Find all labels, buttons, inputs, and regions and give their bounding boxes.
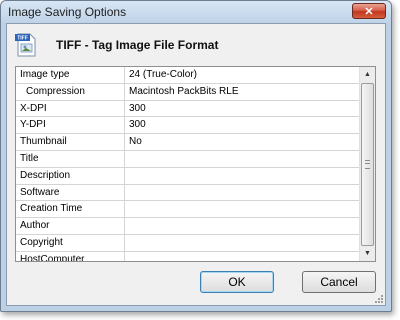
property-row[interactable]: Creation Time <box>16 201 360 219</box>
property-label: Title <box>16 150 125 167</box>
property-row[interactable]: Thumbnail No <box>16 134 360 151</box>
property-value[interactable] <box>125 151 360 167</box>
property-value[interactable]: 300 <box>125 101 360 117</box>
property-value[interactable]: No <box>125 134 360 150</box>
property-grid[interactable]: Image type 24 (True-Color) Compression M… <box>15 66 376 262</box>
resize-grip-icon[interactable] <box>374 294 384 304</box>
property-value[interactable] <box>125 201 360 217</box>
property-value[interactable]: Macintosh PackBits RLE <box>125 84 360 100</box>
grip-icon <box>365 160 370 169</box>
property-row[interactable]: X-DPI 300 <box>16 100 360 118</box>
close-button[interactable]: ✕ <box>352 3 386 19</box>
scroll-down-button[interactable]: ▼ <box>360 246 375 261</box>
dialog-content: TIFF TIFF - Tag Image File Format Image … <box>6 23 386 306</box>
property-row[interactable]: Description <box>16 167 360 185</box>
property-label: Software <box>16 184 125 201</box>
chevron-down-icon: ▼ <box>364 250 371 257</box>
property-row[interactable]: Software <box>16 184 360 202</box>
vertical-scrollbar[interactable]: ▲ ▼ <box>359 67 375 261</box>
scroll-up-button[interactable]: ▲ <box>360 67 375 82</box>
property-value[interactable]: 24 (True-Color) <box>125 67 360 83</box>
format-title: TIFF - Tag Image File Format <box>56 38 219 52</box>
property-value[interactable] <box>125 218 360 234</box>
property-value[interactable]: 300 <box>125 117 360 133</box>
property-value[interactable] <box>125 168 360 184</box>
property-row[interactable]: Compression Macintosh PackBits RLE <box>16 83 360 101</box>
property-label: Image type <box>16 67 125 83</box>
scroll-thumb[interactable] <box>361 83 374 246</box>
image-saving-options-dialog: Image Saving Options ✕ TIFF TIFF - Tag I… <box>0 0 392 312</box>
property-label: Y-DPI <box>16 117 125 134</box>
property-row[interactable]: Author <box>16 218 360 235</box>
cancel-button[interactable]: Cancel <box>302 271 376 293</box>
ok-button[interactable]: OK <box>200 271 274 293</box>
title-bar[interactable]: Image Saving Options ✕ <box>1 1 391 23</box>
property-label: Thumbnail <box>16 134 125 150</box>
property-row[interactable]: Y-DPI 300 <box>16 117 360 135</box>
property-row[interactable]: Title <box>16 150 360 168</box>
chevron-up-icon: ▲ <box>364 71 371 78</box>
property-value[interactable] <box>125 235 360 251</box>
property-row[interactable]: HostComputer <box>16 251 360 261</box>
property-label: Description <box>16 167 125 184</box>
property-row[interactable]: Copyright <box>16 234 360 252</box>
property-label: Creation Time <box>16 201 125 218</box>
tiff-icon-label: TIFF <box>17 36 28 42</box>
tiff-file-icon: TIFF <box>15 33 36 57</box>
property-value[interactable] <box>125 252 360 261</box>
property-label: X-DPI <box>16 100 125 117</box>
window-title: Image Saving Options <box>8 5 127 19</box>
property-row[interactable]: Image type 24 (True-Color) <box>16 67 360 84</box>
property-rows: Image type 24 (True-Color) Compression M… <box>16 67 360 261</box>
property-label: Copyright <box>16 234 125 251</box>
property-label: HostComputer <box>16 251 125 261</box>
property-label: Author <box>16 218 125 234</box>
property-value[interactable] <box>125 185 360 201</box>
property-label: Compression <box>16 83 125 100</box>
close-icon: ✕ <box>364 5 374 18</box>
